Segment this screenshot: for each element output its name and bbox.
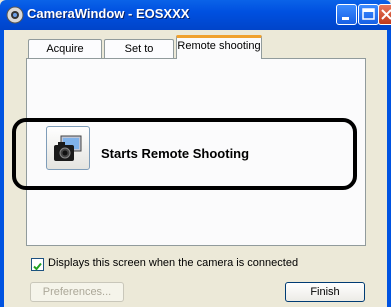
- show-on-connect-label[interactable]: Displays this screen when the camera is …: [48, 257, 298, 269]
- window-border-left: [0, 30, 4, 307]
- start-remote-shooting-button[interactable]: [46, 126, 90, 170]
- camera-remote-icon: [54, 135, 82, 161]
- close-button[interactable]: [378, 4, 391, 25]
- tab-remote-shooting[interactable]: Remote shooting: [176, 35, 262, 59]
- title-bar[interactable]: CameraWindow - EOSXXX: [0, 0, 391, 30]
- show-on-connect-checkbox[interactable]: [31, 258, 44, 271]
- close-icon: [381, 9, 391, 20]
- preferences-button[interactable]: Preferences...: [30, 282, 124, 302]
- maximize-button[interactable]: [358, 4, 379, 25]
- finish-button[interactable]: Finish: [285, 282, 365, 302]
- window-title: CameraWindow - EOSXXX: [27, 6, 190, 21]
- minimize-button[interactable]: [336, 4, 357, 25]
- window-border-right: [387, 30, 391, 307]
- camera-app-icon: [6, 6, 24, 24]
- start-remote-shooting-label[interactable]: Starts Remote Shooting: [101, 146, 249, 161]
- camerawindow-dialog: CameraWindow - EOSXXX Acquire Images Set…: [0, 0, 391, 307]
- tab-set-to-camera[interactable]: Set to Camera: [104, 39, 174, 73]
- maximize-icon: [362, 8, 375, 20]
- tab-acquire-images[interactable]: Acquire Images: [28, 39, 102, 73]
- minimize-icon: [342, 17, 349, 20]
- checkmark-icon: [33, 262, 42, 271]
